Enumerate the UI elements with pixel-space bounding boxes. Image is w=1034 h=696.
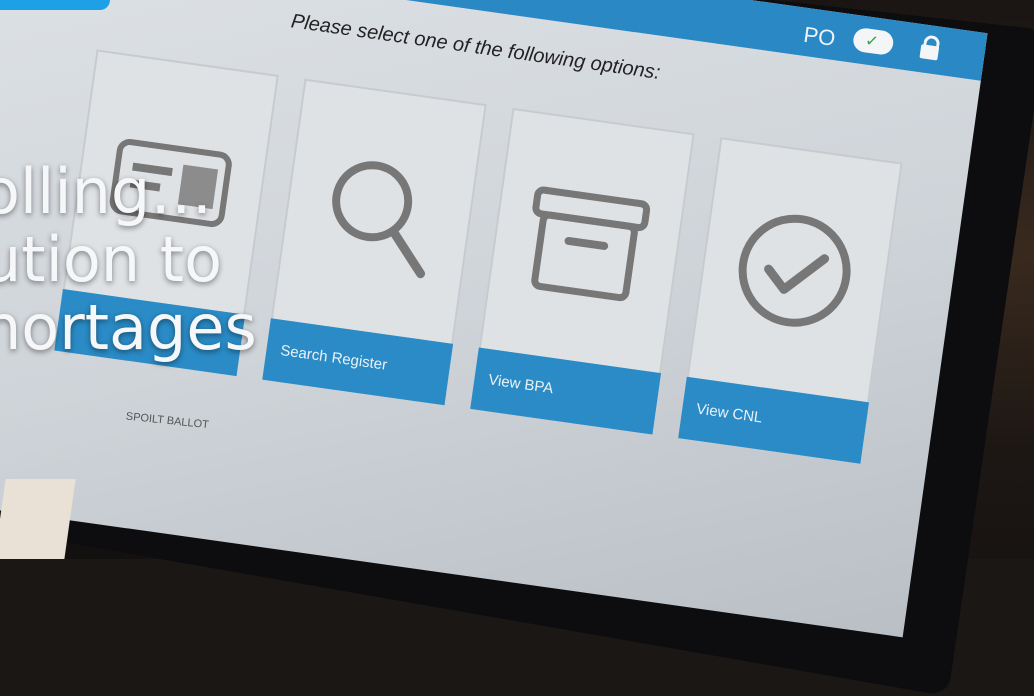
option-card-cnl[interactable]: View CNL	[678, 137, 903, 464]
checkmark-icon: ✓	[864, 32, 880, 52]
option-card-bpa[interactable]: View BPA	[470, 107, 695, 435]
corner-accent	[0, 0, 110, 10]
option-card-search[interactable]: Search Register	[262, 78, 487, 406]
lock-icon[interactable]	[919, 34, 941, 61]
view-cnl-button[interactable]: View CNL	[678, 376, 870, 464]
search-register-button[interactable]: Search Register	[262, 318, 454, 406]
overlay-headline: olling… ution to hortages	[0, 158, 257, 362]
check-circle-icon	[738, 214, 851, 327]
user-initials: PO	[802, 21, 838, 51]
cloud-sync-icon[interactable]: ✓	[851, 26, 895, 57]
spoilt-ballot-label[interactable]: SPOILT BALLOT	[125, 411, 209, 432]
magnifier-icon	[332, 161, 426, 279]
headline-line-2: ution to	[0, 223, 223, 296]
view-bpa-button[interactable]: View BPA	[470, 347, 662, 435]
archive-box-icon	[531, 186, 651, 302]
paper-corner	[0, 479, 76, 559]
headline-line-1: olling…	[0, 155, 213, 228]
headline-line-3: hortages	[0, 291, 257, 364]
